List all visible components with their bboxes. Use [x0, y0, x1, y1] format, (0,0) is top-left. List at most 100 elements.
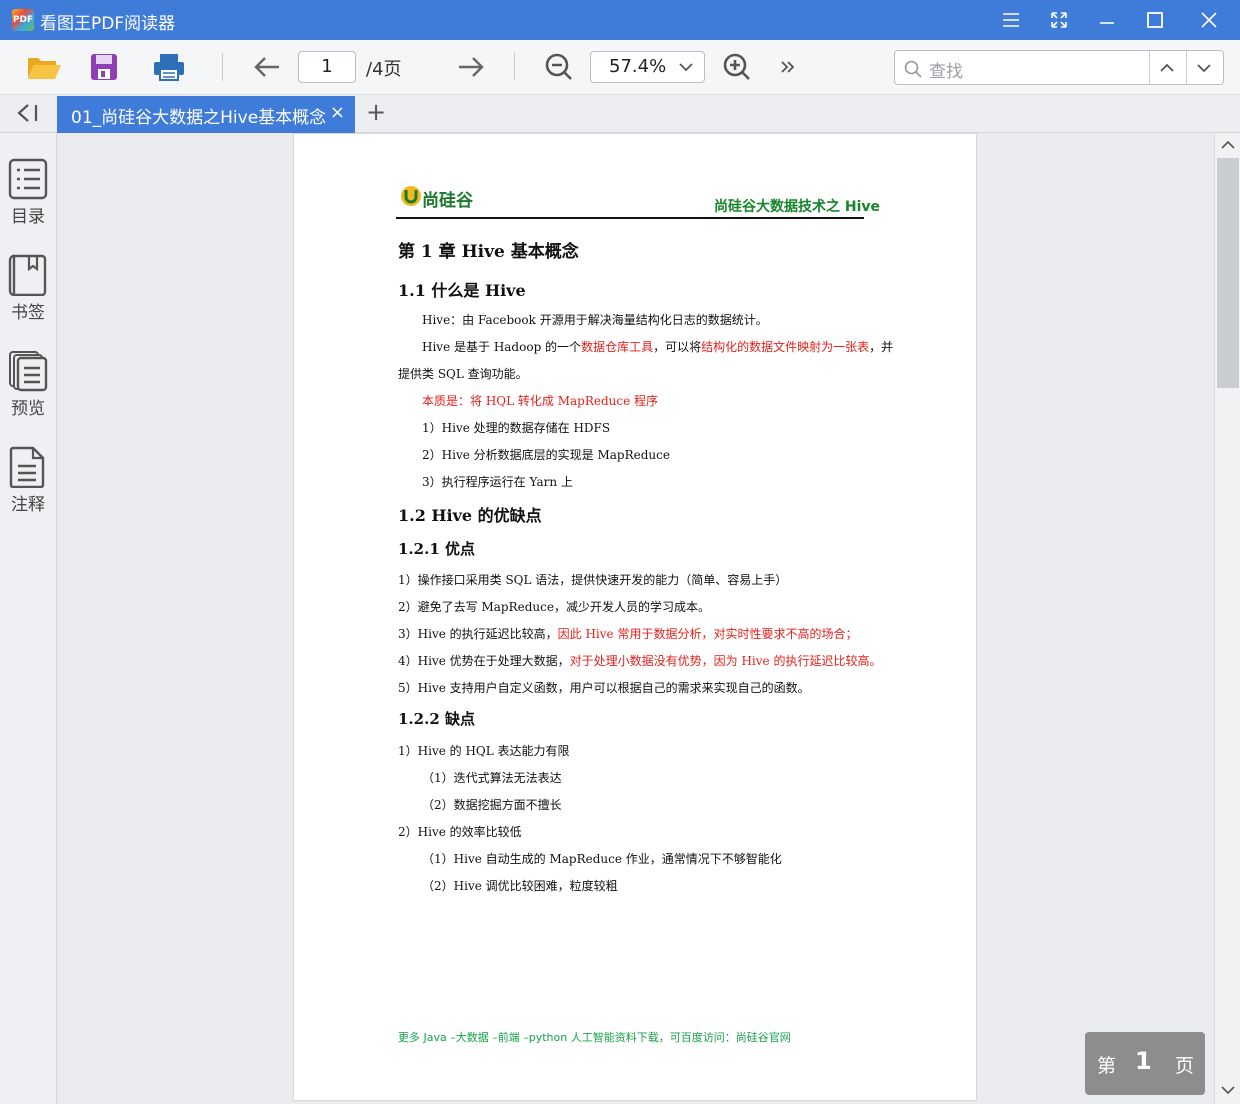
hamburger-icon [1003, 13, 1019, 27]
more-tools-button[interactable] [776, 48, 800, 86]
minimize-icon [1100, 22, 1114, 24]
arrow-right-icon [459, 57, 484, 77]
arrow-left-icon [254, 57, 279, 77]
fullscreen-button[interactable] [1035, 0, 1083, 40]
note-icon [9, 446, 45, 488]
toolbar: 1 /4页 57.4% 查找 [0, 40, 1240, 95]
zoom-out-icon [545, 53, 572, 80]
document-logo: 尚硅谷 [422, 191, 473, 211]
text-run: Hive 是基于 Hadoop 的一个 [422, 340, 582, 354]
app-logo-icon: PDF [12, 9, 34, 31]
new-tab-button[interactable]: + [366, 98, 386, 126]
save-button[interactable] [86, 48, 122, 86]
minimize-button[interactable] [1083, 0, 1131, 40]
page-indicator-suffix: 页 [1175, 1055, 1195, 1077]
search-divider [1149, 51, 1150, 84]
search-input[interactable]: 查找 [929, 57, 963, 82]
toolbar-divider [514, 53, 515, 81]
sidebar-item-annotations[interactable]: 注释 [0, 446, 56, 526]
search-next-icon[interactable] [1197, 63, 1211, 73]
subsection-heading: 1.2.2 缺点 [398, 710, 475, 728]
search-box: 查找 [894, 50, 1224, 85]
expand-icon [1051, 12, 1067, 28]
toolbar-divider [222, 53, 223, 81]
sidebar-item-toc[interactable]: 目录 [0, 158, 56, 238]
list-item: 3）执行程序运行在 Yarn 上 [422, 475, 573, 489]
list-item: 1）Hive 的 HQL 表达能力有限 [398, 744, 570, 758]
document-header: 尚硅谷大数据技术之 Hive [714, 199, 881, 215]
next-page-button[interactable] [454, 48, 488, 86]
section-heading: 1.1 什么是 Hive [398, 281, 526, 300]
previous-page-button[interactable] [250, 48, 284, 86]
close-window-button[interactable] [1185, 0, 1233, 40]
list-item: 1）操作接口采用类 SQL 语法，提供快速开发的能力（简单、容易上手） [398, 573, 788, 587]
list-icon [8, 158, 48, 200]
tab-document[interactable]: 01_尚硅谷大数据之Hive基本概念 × [57, 96, 355, 133]
collapse-sidebar-button[interactable] [14, 102, 40, 128]
list-item: 5）Hive 支持用户自定义函数，用户可以根据自己的需求来实现自己的函数。 [398, 681, 810, 695]
page-indicator: 第 1 页 [1085, 1032, 1205, 1095]
page-total-label: /4页 [366, 59, 402, 80]
sidebar: 目录 书签 预览 注释 [0, 133, 57, 1104]
text-run: 3）Hive 的执行延迟比较高， [398, 627, 558, 641]
search-divider [1186, 51, 1187, 84]
save-icon [91, 54, 117, 80]
tab-close-button[interactable]: × [330, 102, 345, 123]
collapse-left-icon [17, 104, 38, 122]
list-item: （1）迭代式算法无法表达 [422, 771, 562, 785]
list-item: 2）Hive 的效率比较低 [398, 825, 522, 839]
subsection-heading: 1.2.1 优点 [398, 540, 475, 558]
scroll-down-icon[interactable] [1221, 1085, 1235, 1095]
maximize-icon [1147, 12, 1163, 28]
sidebar-item-label: 书签 [11, 303, 45, 323]
sidebar-item-preview[interactable]: 预览 [0, 350, 56, 430]
scroll-up-icon[interactable] [1221, 140, 1235, 150]
list-item: （1）Hive 自动生成的 MapReduce 作业，通常情况下不够智能化 [422, 852, 782, 866]
highlight-text: 对于处理小数据没有优势，因为 Hive 的执行延迟比较高。 [569, 654, 882, 668]
sidebar-item-label: 预览 [11, 399, 45, 419]
page-indicator-number: 1 [1135, 1047, 1152, 1075]
printer-icon [154, 54, 184, 81]
highlight-text: 因此 Hive 常用于数据分析，对实时性要求不高的场合； [557, 627, 858, 641]
sidebar-item-label: 注释 [11, 495, 45, 515]
text-run: ，可以将 [653, 340, 702, 354]
header-rule [396, 217, 864, 219]
highlight-text: 数据仓库工具 [581, 340, 654, 354]
document-viewport[interactable]: 尚硅谷 尚硅谷大数据技术之 Hive 第 1 章 Hive 基本概念 1.1 什… [57, 133, 1214, 1104]
text-run: ，并 [869, 340, 894, 354]
zoom-select[interactable]: 57.4% [590, 51, 705, 83]
folder-open-icon [28, 58, 61, 79]
list-item: （2）Hive 调优比较困难，粒度较粗 [422, 879, 618, 893]
title-bar: PDF 看图王PDF阅读器 [0, 0, 1240, 40]
sidebar-item-label: 目录 [11, 207, 45, 227]
list-item: 3）Hive 的执行延迟比较高，因此 Hive 常用于数据分析，对实时性要求不高… [398, 625, 857, 642]
section-heading: 1.2 Hive 的优缺点 [398, 506, 542, 525]
search-icon [904, 60, 922, 78]
zoom-in-icon [723, 53, 750, 80]
pdf-page: 尚硅谷 尚硅谷大数据技术之 Hive 第 1 章 Hive 基本概念 1.1 什… [293, 133, 977, 1101]
document-footer: 更多 Java –大数据 –前端 –python 人工智能资料下载，可百度访问：… [398, 1031, 791, 1044]
print-button[interactable] [150, 48, 188, 86]
page-number-input[interactable]: 1 [298, 51, 356, 83]
zoom-value: 57.4% [609, 56, 667, 77]
chevron-down-icon [679, 63, 693, 72]
bookmark-icon [8, 254, 47, 296]
chapter-heading: 第 1 章 Hive 基本概念 [398, 242, 579, 262]
paragraph: 提供类 SQL 查询功能。 [398, 367, 528, 381]
list-item: 2）Hive 分析数据底层的实现是 MapReduce [422, 448, 670, 462]
search-prev-icon[interactable] [1160, 63, 1174, 73]
close-icon [1201, 12, 1217, 28]
scrollbar-thumb[interactable] [1217, 158, 1239, 388]
sidebar-item-bookmarks[interactable]: 书签 [0, 254, 56, 334]
pages-icon [9, 351, 48, 392]
zoom-in-button[interactable] [720, 48, 754, 86]
paragraph: Hive：由 Facebook 开源用于解决海量结构化日志的数据统计。 [422, 313, 768, 327]
vertical-scrollbar[interactable] [1214, 133, 1240, 1104]
list-item: （2）数据挖掘方面不擅长 [422, 798, 562, 812]
menu-button[interactable] [987, 0, 1035, 40]
paragraph: Hive 是基于 Hadoop 的一个数据仓库工具，可以将结构化的数据文件映射为… [422, 338, 893, 355]
text-run: 4）Hive 优势在于处理大数据， [398, 654, 570, 668]
open-file-button[interactable] [24, 48, 64, 86]
maximize-button[interactable] [1131, 0, 1179, 40]
zoom-out-button[interactable] [542, 48, 576, 86]
